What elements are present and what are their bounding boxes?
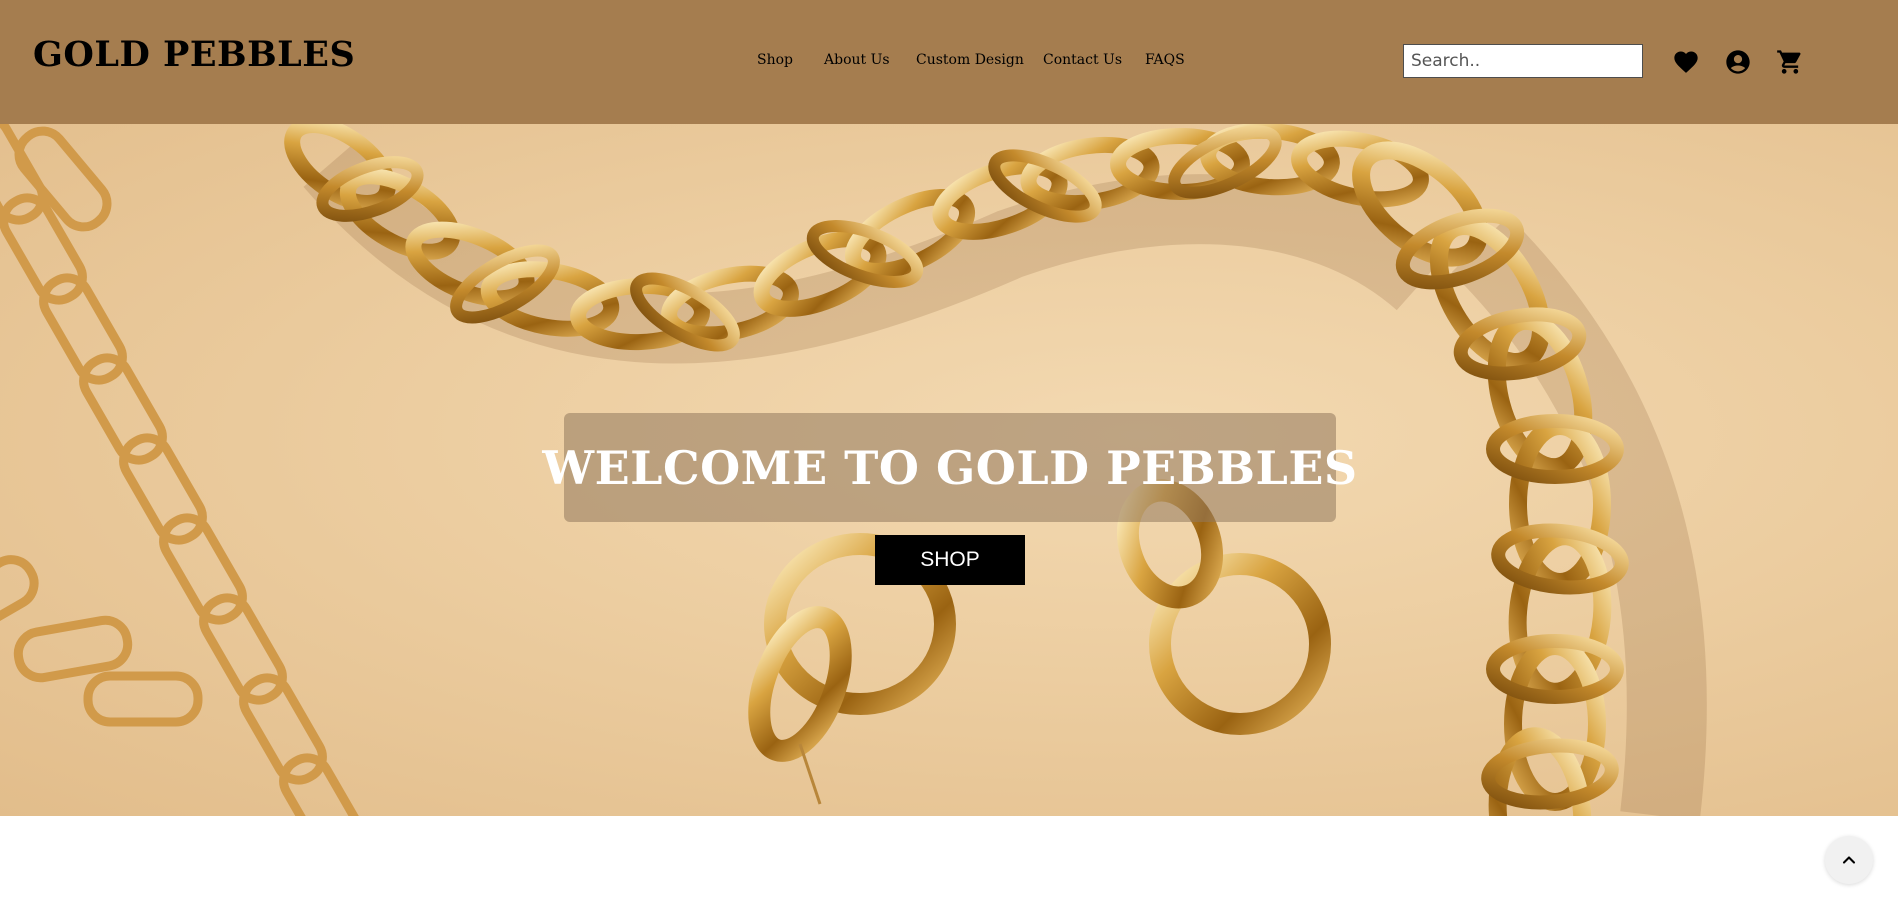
site-logo[interactable]: GOLD PEBBLES [33, 34, 355, 75]
nav-shop[interactable]: Shop [757, 52, 793, 68]
search-input[interactable] [1403, 44, 1643, 78]
account-icon[interactable] [1724, 48, 1752, 76]
nav-faqs[interactable]: FAQS [1145, 52, 1185, 68]
scroll-to-top-button[interactable] [1825, 836, 1873, 884]
heart-icon[interactable] [1672, 48, 1700, 76]
nav-custom-design[interactable]: Custom Design [916, 52, 1024, 68]
shop-button[interactable]: SHOP [875, 535, 1025, 585]
nav-about-us[interactable]: About Us [824, 52, 890, 68]
hero-banner: WELCOME TO GOLD PEBBLES SHOP [0, 124, 1898, 816]
welcome-overlay: WELCOME TO GOLD PEBBLES [542, 413, 1358, 522]
chevron-up-icon [1842, 856, 1856, 864]
site-header: GOLD PEBBLES Shop About Us Custom Design… [0, 0, 1898, 124]
cart-icon[interactable] [1776, 48, 1804, 76]
nav-contact-us[interactable]: Contact Us [1043, 52, 1122, 68]
hero-title: WELCOME TO GOLD PEBBLES [542, 440, 1358, 495]
